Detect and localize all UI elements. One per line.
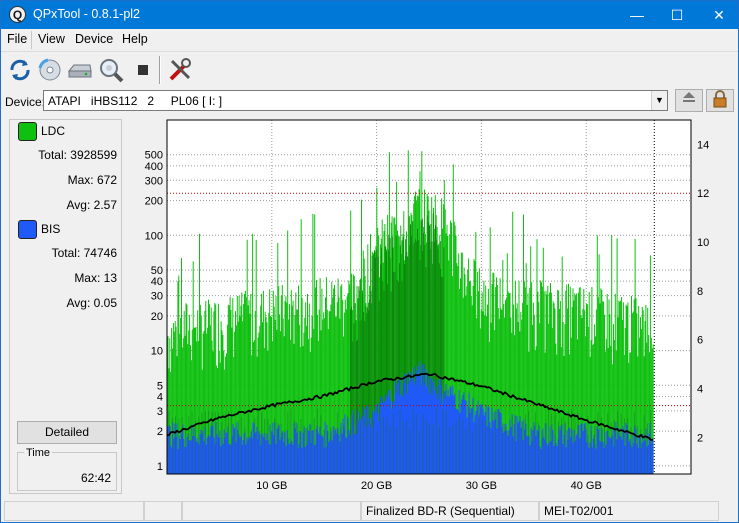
menu-device[interactable]: Device: [75, 32, 113, 46]
menu-help[interactable]: Help: [122, 32, 148, 46]
status-cell-2: [144, 501, 182, 521]
toolbar-separator: [159, 56, 161, 84]
x-tick-label: 10 GB: [256, 480, 287, 492]
device-value: ATAPI iHBS112 2 PL06 [ I: ]: [48, 94, 223, 108]
refresh-icon[interactable]: [6, 56, 34, 84]
left-tick-label: 50: [151, 265, 163, 277]
time-box: Time 62:42: [17, 447, 117, 491]
drive-icon[interactable]: [66, 56, 94, 84]
status-bar: Finalized BD-R (Sequential) MEI-T02/001: [1, 500, 738, 522]
window-title: QPxTool - 0.8.1-pl2: [33, 7, 140, 21]
right-tick-label: 8: [697, 286, 703, 298]
status-cell-3: [182, 501, 361, 521]
toolbar: [1, 51, 738, 87]
right-tick-label: 6: [697, 335, 703, 347]
menu-bar: File View Device Help: [1, 29, 738, 50]
qpxtool-window: Q QPxTool - 0.8.1-pl2 — ☐ ✕ File View De…: [0, 0, 739, 523]
left-tick-label: 200: [145, 196, 163, 208]
lock-icon: [713, 90, 727, 108]
bis-avg: Avg: 0.05: [66, 296, 117, 310]
ldc-max: Max: 672: [67, 173, 117, 187]
maximize-button[interactable]: ☐: [654, 1, 700, 29]
left-tick-label: 10: [151, 346, 163, 358]
right-tick-label: 14: [697, 139, 709, 151]
bis-max: Max: 13: [74, 271, 117, 285]
left-tick-label: 100: [145, 230, 163, 242]
x-tick-label: 20 GB: [361, 480, 392, 492]
status-media-id: MEI-T02/001: [539, 501, 719, 521]
app-icon: Q: [9, 6, 26, 23]
x-tick-label: 30 GB: [466, 480, 497, 492]
menu-separator: [31, 31, 32, 49]
stop-icon[interactable]: [129, 56, 157, 84]
time-label: Time: [24, 447, 53, 459]
chart-area: 1 2 3 4 5 10 20 30 40 50 100 200 300 400 500 10 GB 20 GB…: [123, 117, 737, 497]
right-tick-label: 12: [697, 188, 709, 200]
ldc-total: Total: 3928599: [38, 148, 117, 162]
bis-total: Total: 74746: [51, 246, 117, 260]
disc-scan-icon[interactable]: [36, 56, 64, 84]
time-value: 62:42: [80, 471, 111, 485]
ldc-avg: Avg: 2.57: [66, 198, 117, 212]
left-tick-label: 2: [157, 426, 163, 438]
eject-icon: [683, 92, 695, 102]
right-tick-label: 4: [697, 384, 703, 396]
left-tick-label: 20: [151, 311, 163, 323]
bis-label: BIS: [41, 222, 61, 236]
scan-chart: 12345102030405010020030040050010 GB 20 GB…: [145, 119, 709, 492]
detailed-button[interactable]: Detailed: [17, 421, 117, 444]
close-button[interactable]: ✕: [696, 1, 739, 29]
x-tick-label: 40 GB: [571, 480, 602, 492]
tools-icon[interactable]: [166, 56, 194, 84]
menu-view[interactable]: View: [38, 32, 65, 46]
left-tick-label: 4: [157, 391, 163, 403]
left-tick-label: 1: [157, 461, 163, 473]
left-tick-label: 30: [151, 291, 163, 303]
left-tick-label: 5: [157, 380, 163, 392]
left-tick-label: 400: [145, 161, 163, 173]
device-select[interactable]: ATAPI iHBS112 2 PL06 [ I: ] ▼: [43, 90, 668, 111]
menu-file[interactable]: File: [7, 32, 27, 46]
left-tick-label: 300: [145, 175, 163, 187]
device-label: Device:: [5, 95, 46, 109]
magnifier-icon[interactable]: [97, 56, 125, 84]
ldc-color-swatch: [18, 122, 37, 141]
chevron-down-icon[interactable]: ▼: [651, 91, 667, 110]
lock-button[interactable]: [706, 89, 734, 112]
title-bar: Q QPxTool - 0.8.1-pl2 — ☐ ✕: [1, 1, 738, 29]
right-tick-label: 2: [697, 432, 703, 444]
eject-button[interactable]: [675, 89, 703, 112]
status-disc-type: Finalized BD-R (Sequential): [361, 501, 539, 521]
left-tick-label: 40: [151, 276, 163, 288]
right-tick-label: 10: [697, 237, 709, 249]
status-cell-1: [4, 501, 144, 521]
left-tick-label: 3: [157, 406, 163, 418]
bis-color-swatch: [18, 220, 37, 239]
left-tick-label: 500: [145, 150, 163, 162]
ldc-label: LDC: [41, 124, 66, 138]
device-bar: Device: ATAPI iHBS112 2 PL06 [ I: ] ▼: [1, 87, 738, 115]
